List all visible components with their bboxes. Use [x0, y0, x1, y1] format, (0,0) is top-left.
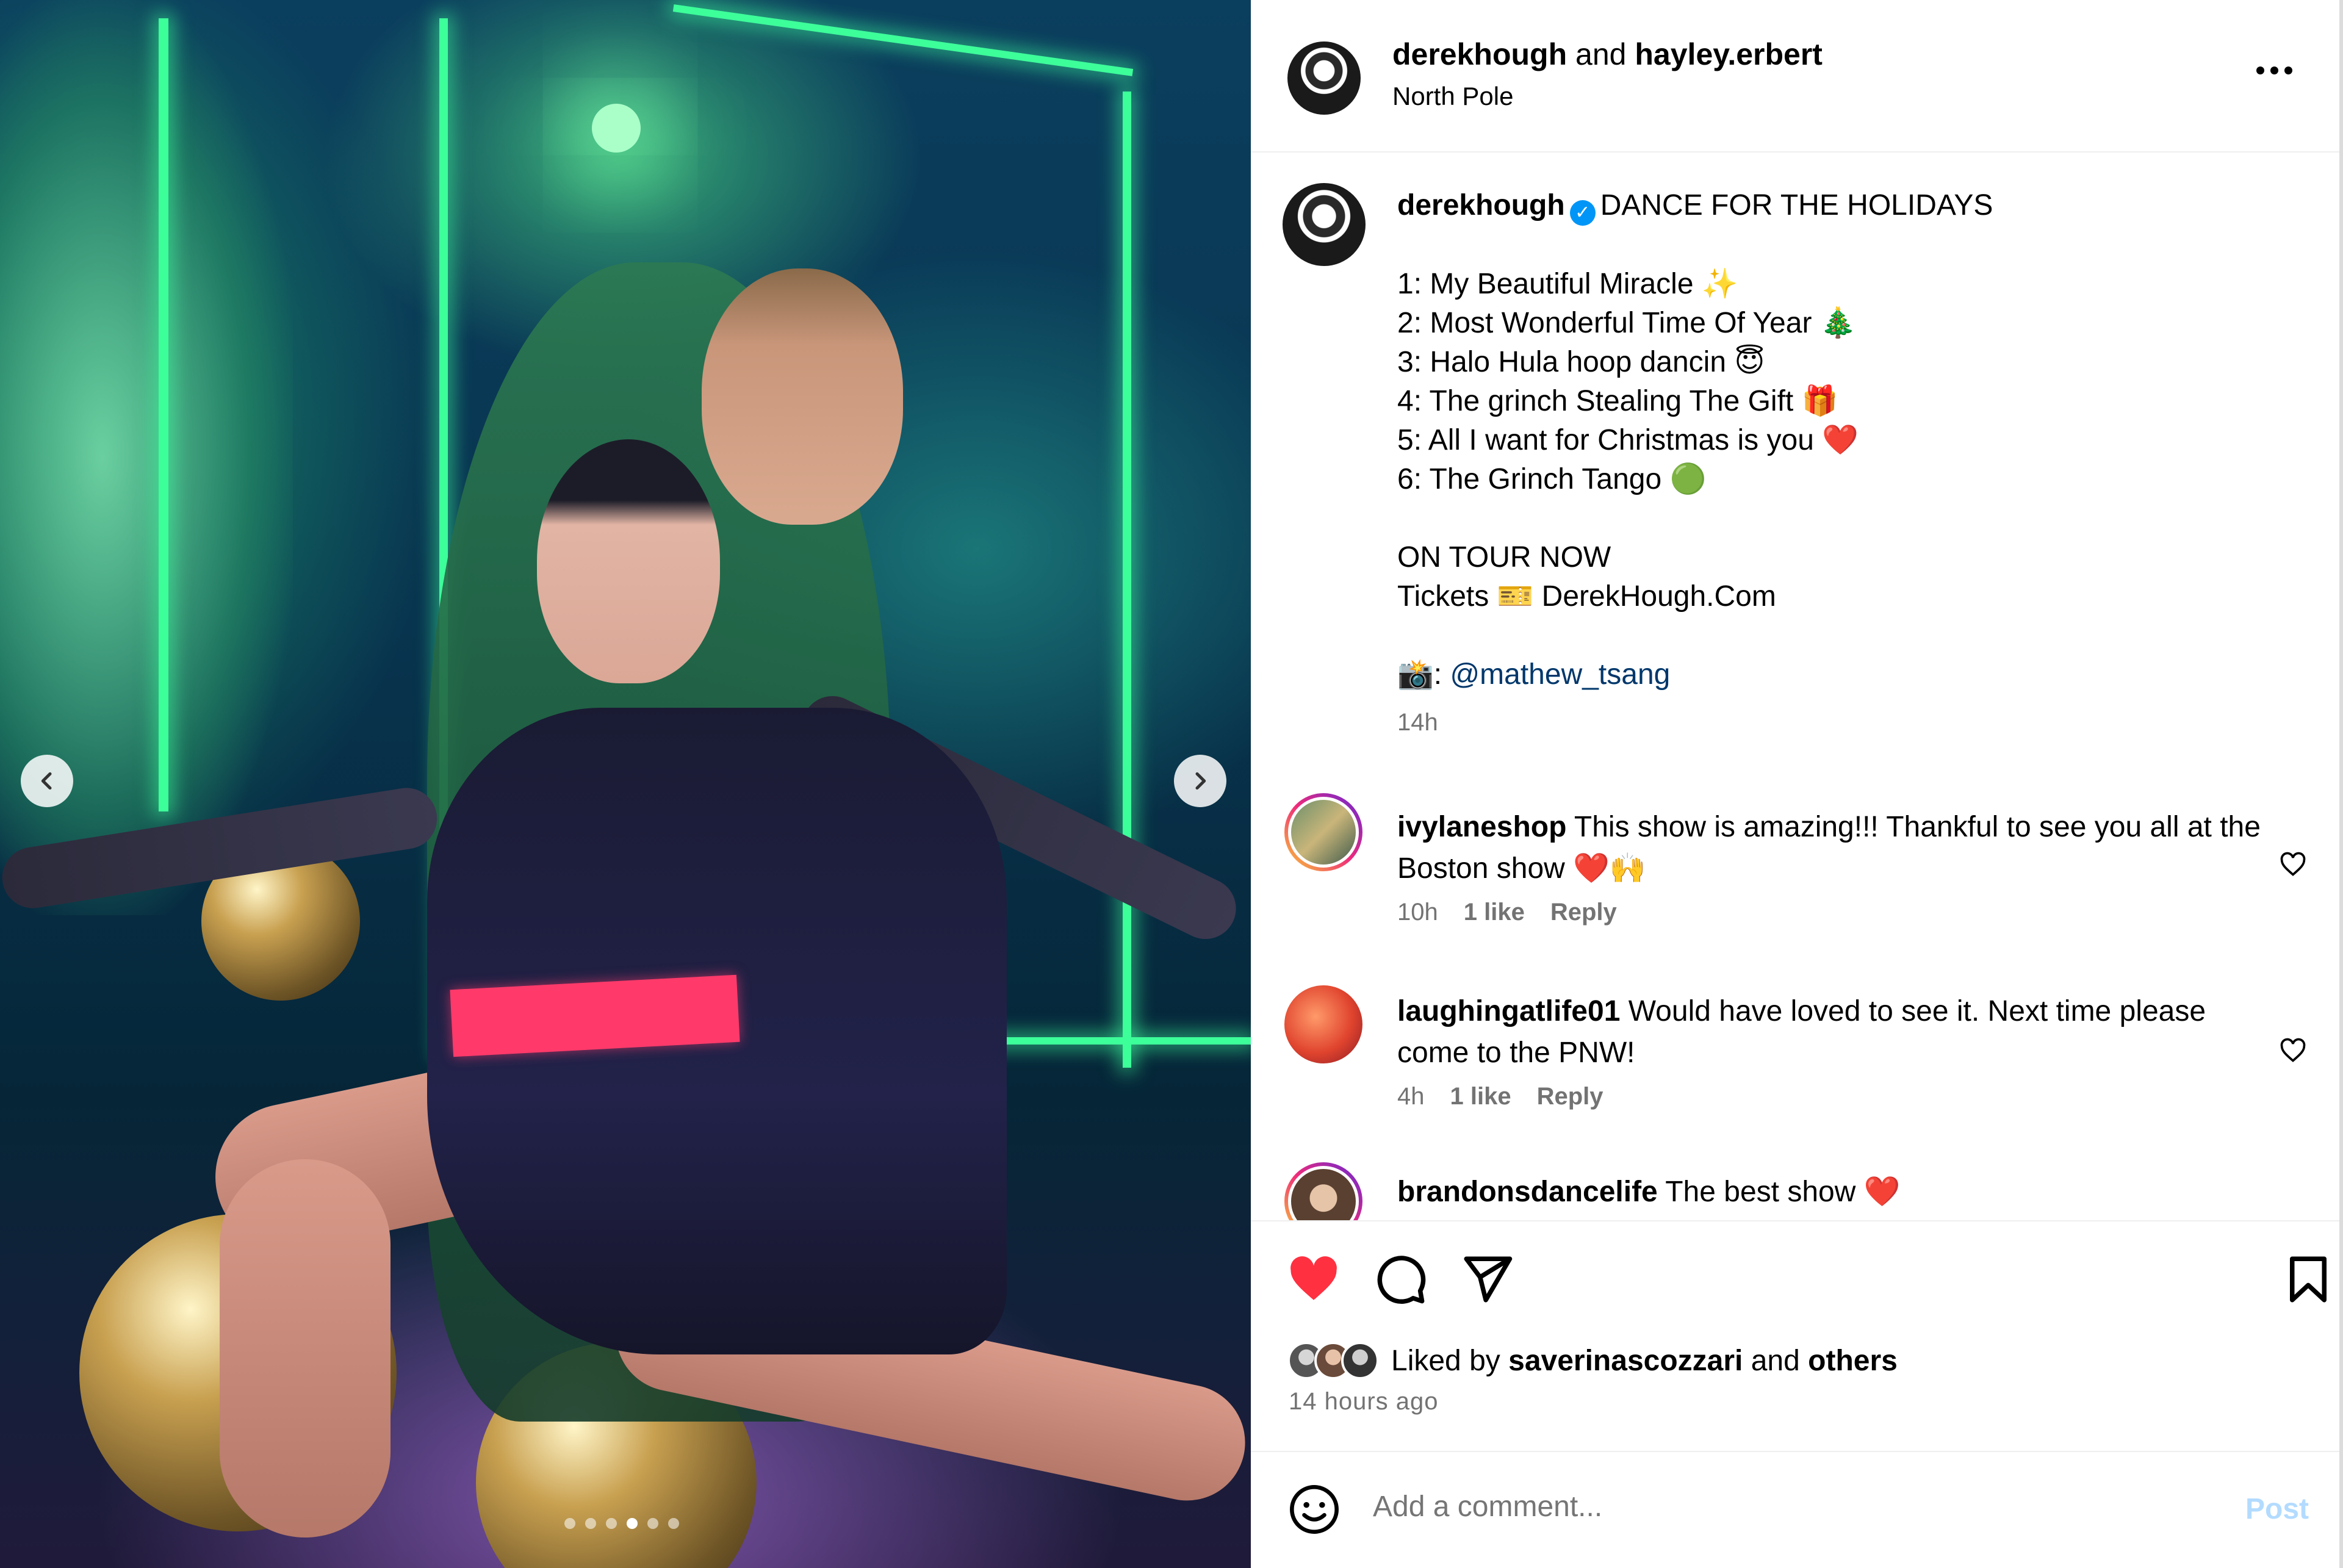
- comment-icon[interactable]: [1373, 1252, 1428, 1307]
- stage-spotlight: [592, 104, 641, 153]
- comment-text: ivylaneshop This show is amazing!!! Than…: [1397, 807, 2270, 890]
- authors-joiner: and: [1575, 37, 1627, 71]
- commenter-avatar[interactable]: [1284, 1162, 1362, 1220]
- panel-scroll-edge: [2339, 0, 2343, 1568]
- carousel-dot: [647, 1518, 658, 1529]
- liker-username[interactable]: saverinascozzari: [1508, 1345, 1743, 1377]
- chevron-left-icon: [41, 772, 52, 790]
- caption-lines: 1: My Beautiful Miracle ✨ 2: Most Wonderf…: [1397, 265, 2282, 655]
- liker-avatar[interactable]: [1341, 1342, 1379, 1379]
- post-comment-button[interactable]: Post: [2245, 1492, 2309, 1526]
- avatar-image: [1284, 985, 1362, 1063]
- bookmark-icon[interactable]: [2281, 1252, 2336, 1307]
- caption-line: 6: The Grinch Tango 🟢: [1397, 463, 1707, 495]
- more-dot: [2270, 66, 2278, 74]
- post-timestamp[interactable]: 14 hours ago: [1289, 1388, 1439, 1415]
- verified-badge-icon: ✓: [1569, 200, 1596, 226]
- emoji-icon[interactable]: [1287, 1483, 1341, 1536]
- chevron-right-icon: [1195, 772, 1206, 790]
- caption-line: 2: Most Wonderful Time Of Year 🎄: [1397, 307, 1857, 339]
- commenter-username[interactable]: laughingatlife01: [1397, 995, 1620, 1027]
- caption-blank: [1397, 226, 2282, 265]
- photographer-mention[interactable]: @mathew_tsang: [1450, 658, 1670, 691]
- like-comment-heart-icon[interactable]: [2280, 1037, 2306, 1064]
- caption-line: ON TOUR NOW: [1397, 541, 1611, 574]
- comments-section[interactable]: derekhough ✓ DANCE FOR THE HOLIDAYS 1: My …: [1251, 153, 2343, 1220]
- comment-likes[interactable]: 1 like: [1450, 1083, 1511, 1110]
- comment-meta: 4h 1 like Reply: [1397, 1083, 1603, 1110]
- male-dancer-head: [702, 268, 903, 525]
- neon-frame-bar: [159, 18, 168, 811]
- reply-button[interactable]: Reply: [1550, 899, 1617, 926]
- carousel-dot: [627, 1518, 638, 1529]
- commenter-avatar[interactable]: [1284, 985, 1362, 1063]
- avatar-image: [1287, 41, 1361, 115]
- photo-credit: 📸: @mathew_tsang: [1397, 655, 2282, 694]
- post-authors: derekhough and hayley.erbert: [1392, 37, 1823, 72]
- caption-author-avatar[interactable]: [1283, 183, 1366, 266]
- likes-prefix: Liked by: [1391, 1344, 1500, 1377]
- comment-time[interactable]: 4h: [1397, 1083, 1425, 1110]
- comment-text: laughingatlife01 Would have loved to see…: [1397, 991, 2270, 1074]
- send-icon[interactable]: [1459, 1252, 1514, 1307]
- post-actions-bar: [1251, 1220, 2343, 1324]
- commenter-username[interactable]: ivylaneshop: [1397, 811, 1566, 843]
- reply-button[interactable]: Reply: [1537, 1083, 1603, 1110]
- carousel-dot: [585, 1518, 596, 1529]
- heart-filled-icon[interactable]: [1286, 1252, 1341, 1307]
- caption-line: 5: All I want for Christmas is you ❤️: [1397, 424, 1859, 456]
- neon-frame-bar: [672, 4, 1134, 76]
- caption-line: 4: The grinch Stealing The Gift 🎁: [1397, 385, 1838, 417]
- like-comment-heart-icon[interactable]: [2280, 851, 2306, 878]
- comment-text: brandonsdancelife The best show ❤️: [1397, 1171, 2270, 1213]
- more-dot: [2256, 66, 2264, 74]
- comment-body: The best show ❤️: [1665, 1176, 1901, 1208]
- caption-line: [1397, 499, 2282, 538]
- caption-line: 3: Halo Hula hoop dancin 😇: [1397, 346, 1765, 378]
- post-location[interactable]: North Pole: [1392, 82, 1513, 111]
- collab-username[interactable]: hayley.erbert: [1635, 37, 1823, 71]
- comment-meta: 10h 1 like Reply: [1397, 899, 1617, 926]
- post-details-panel: derekhough and hayley.erbert North Pole …: [1251, 0, 2343, 1568]
- comment-likes[interactable]: 1 like: [1464, 899, 1525, 926]
- comment-time[interactable]: 10h: [1397, 899, 1438, 926]
- camera-icon: 📸:: [1397, 658, 1450, 691]
- caption-line: [1397, 616, 2282, 655]
- likes-others-link[interactable]: others: [1808, 1345, 1898, 1377]
- avatar-image: [1283, 183, 1366, 266]
- caption-username[interactable]: derekhough: [1397, 189, 1565, 221]
- carousel-indicator: [564, 1518, 679, 1529]
- likes-joiner: and: [1751, 1344, 1800, 1377]
- caption-line: Tickets 🎫 DerekHough.Com: [1397, 580, 1776, 613]
- add-comment-input[interactable]: [1373, 1490, 2197, 1523]
- avatar-image: [1288, 797, 1359, 868]
- likes-summary: Liked by saverinascozzari and others: [1287, 1339, 1898, 1382]
- dancer-leg: [220, 1159, 390, 1537]
- carousel-dot: [668, 1518, 679, 1529]
- post-header: derekhough and hayley.erbert North Pole: [1251, 0, 2343, 153]
- commenter-username[interactable]: brandonsdancelife: [1397, 1176, 1658, 1208]
- commenter-avatar[interactable]: [1284, 793, 1362, 871]
- caption-line: 1: My Beautiful Miracle ✨: [1397, 268, 1738, 300]
- post-media-image[interactable]: [0, 0, 1251, 1568]
- caption-first-line: derekhough ✓ DANCE FOR THE HOLIDAYS: [1397, 186, 2282, 226]
- previous-slide-button[interactable]: [21, 755, 73, 807]
- carousel-dot: [606, 1518, 617, 1529]
- carousel-dot: [564, 1518, 575, 1529]
- post-caption: derekhough ✓ DANCE FOR THE HOLIDAYS 1: My …: [1397, 186, 2282, 742]
- caption-title: DANCE FOR THE HOLIDAYS: [1600, 189, 1993, 221]
- more-options-button[interactable]: [2256, 61, 2299, 79]
- avatar-image: [1288, 1166, 1359, 1220]
- likes-text: Liked by saverinascozzari and others: [1391, 1344, 1898, 1378]
- neon-frame-bar: [1123, 92, 1131, 1068]
- collab-avatar[interactable]: [1287, 41, 1361, 115]
- add-comment-bar: Post: [1251, 1452, 2343, 1568]
- author-username[interactable]: derekhough: [1392, 37, 1567, 71]
- caption-timestamp[interactable]: 14h: [1397, 703, 2282, 742]
- more-dot: [2284, 66, 2292, 74]
- next-slide-button[interactable]: [1174, 755, 1226, 807]
- female-dancer-head: [537, 439, 720, 683]
